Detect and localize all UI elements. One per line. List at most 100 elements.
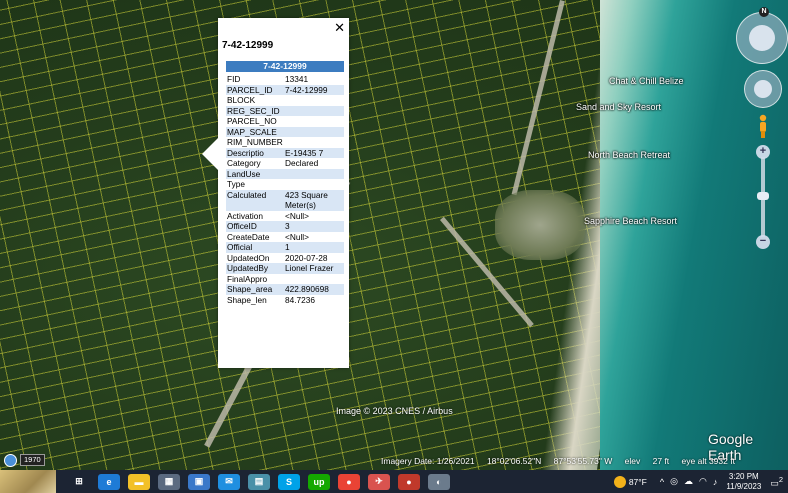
- attribute-key: UpdatedBy: [226, 263, 284, 274]
- attribute-key: Shape_len: [227, 294, 267, 305]
- sun-icon: [613, 475, 626, 488]
- attribute-key: UpdatedOn: [227, 252, 270, 263]
- attribute-row: Type: [226, 179, 344, 190]
- attribute-value: 84.7236: [285, 294, 315, 305]
- attribute-value: 422.890698: [284, 284, 344, 295]
- skype-icon[interactable]: S: [278, 473, 300, 490]
- attribute-value: [284, 179, 344, 190]
- attribute-key: BLOCK: [227, 95, 256, 105]
- attribute-value: [284, 274, 344, 285]
- attribute-key: Activation: [227, 210, 263, 221]
- upwork-icon[interactable]: up: [308, 473, 330, 490]
- satellite-map[interactable]: Chat & Chill Belize Sand and Sky Resort …: [0, 0, 788, 470]
- attribute-key: MAP_SCALE: [226, 126, 284, 137]
- clock-icon[interactable]: [4, 453, 17, 467]
- zoom-out-button[interactable]: −: [756, 235, 770, 249]
- attribute-value: 423 Square Meter(s): [284, 189, 344, 211]
- look-control[interactable]: N: [736, 7, 788, 64]
- eye-altitude: eye alt 3932 ft: [681, 456, 735, 466]
- attribute-key: Category: [227, 158, 261, 168]
- cloud-icon[interactable]: ☁: [684, 476, 693, 487]
- zoom-thumb[interactable]: [757, 192, 769, 200]
- attribute-value: [284, 168, 344, 179]
- pegman-icon[interactable]: [757, 114, 769, 138]
- file-explorer-icon[interactable]: ▬: [128, 473, 150, 490]
- notification-count: 2: [778, 474, 783, 484]
- camera-icon[interactable]: ◎: [670, 476, 678, 487]
- status-bar: Imagery Date: 1/26/2021 18°02'06.52"N 87…: [381, 456, 745, 466]
- app-icon[interactable]: ✈: [368, 473, 390, 490]
- longitude: 87°53'55.73" W: [553, 456, 613, 466]
- search-thumbnail[interactable]: [0, 470, 56, 493]
- attribute-row: Official 1: [226, 242, 344, 253]
- volume-icon[interactable]: ♪: [713, 477, 718, 487]
- edge-icon[interactable]: e: [98, 473, 120, 490]
- clock[interactable]: 3:20 PM 11/9/2023: [726, 472, 761, 492]
- north-indicator[interactable]: N: [759, 7, 769, 17]
- attribute-key: RIM_NUMBER: [227, 137, 283, 147]
- weather-widget[interactable]: 87°F: [613, 475, 647, 488]
- zoom-slider[interactable]: + −: [756, 145, 770, 249]
- popup-header: 7-42-12999: [226, 61, 344, 72]
- place-label[interactable]: Sand and Sky Resort: [576, 102, 661, 112]
- chrome-icon[interactable]: ●: [338, 473, 360, 490]
- attribute-value: <Null>: [285, 231, 309, 242]
- task-view-icon[interactable]: ⊞: [68, 473, 90, 490]
- attribute-table: FID 13341 PARCEL_ID 7-42-12999 BLOCK REG_SEC_…: [226, 74, 344, 305]
- calculator-icon[interactable]: ▦: [158, 473, 180, 490]
- attribute-row: RIM_NUMBER: [226, 137, 344, 148]
- attribute-row: UpdatedBy Lionel Frazer: [226, 263, 344, 274]
- google-earth-icon[interactable]: ◐: [428, 473, 450, 490]
- attribute-value: 7-42-12999: [284, 84, 344, 95]
- attribute-key: Calculated: [226, 189, 284, 211]
- latitude: 18°02'06.52"N: [486, 456, 542, 466]
- attribute-key: Official: [226, 242, 284, 253]
- place-label[interactable]: Chat & Chill Belize: [609, 76, 684, 86]
- attribute-value: [284, 116, 344, 127]
- chevron-up-icon[interactable]: ^: [660, 477, 664, 487]
- chrome-profile-icon[interactable]: ●: [398, 473, 420, 490]
- attribute-row: PARCEL_ID 7-42-12999: [226, 84, 344, 95]
- attribute-value: Declared: [285, 158, 319, 168]
- popup-title: 7-42-12999: [222, 40, 274, 51]
- attribute-value: [284, 105, 344, 116]
- attribute-key: FinalAppro: [227, 273, 268, 284]
- notes-icon[interactable]: ▤: [248, 473, 270, 490]
- historical-imagery[interactable]: 1970: [4, 453, 45, 467]
- move-control[interactable]: [744, 70, 782, 108]
- attribute-value: [284, 126, 344, 137]
- place-label[interactable]: North Beach Retreat: [588, 150, 670, 160]
- zoom-in-button[interactable]: +: [756, 145, 770, 159]
- attribute-value: Lionel Frazer: [284, 263, 344, 274]
- place-label[interactable]: Sapphire Beach Resort: [584, 216, 677, 226]
- attribute-row: Descriptio E-19435 7: [226, 147, 344, 158]
- attribute-row: Category Declared: [226, 158, 344, 169]
- attribute-value: 3: [284, 221, 344, 232]
- attribute-key: REG_SEC_ID: [226, 105, 284, 116]
- eye-icon[interactable]: [749, 25, 775, 51]
- attribute-value: 13341: [285, 74, 309, 84]
- attribute-row: MAP_SCALE: [226, 126, 344, 137]
- imagery-copyright: Image © 2023 CNES / Airbus: [336, 406, 453, 416]
- attribute-row: LandUse: [226, 168, 344, 179]
- wifi-icon[interactable]: ◠: [699, 476, 707, 487]
- close-icon[interactable]: ✕: [334, 21, 345, 35]
- attribute-row: Activation <Null>: [226, 211, 344, 222]
- imagery-date: Imagery Date: 1/26/2021: [381, 456, 475, 466]
- store-icon[interactable]: ▣: [188, 473, 210, 490]
- resort-clearing: [495, 190, 585, 260]
- notification-icon[interactable]: ▭2: [770, 475, 783, 489]
- attribute-row: Shape_area 422.890698: [226, 284, 344, 295]
- hand-icon[interactable]: [754, 80, 772, 98]
- mail-icon[interactable]: ✉: [218, 473, 240, 490]
- system-tray: 87°F ^ ◎ ☁ ◠ ♪ 3:20 PM 11/9/2023 ▭2: [613, 470, 786, 493]
- attribute-key: FID: [227, 74, 241, 84]
- attribute-key: PARCEL_ID: [226, 84, 284, 95]
- year-label: 1970: [20, 454, 45, 466]
- attribute-key: PARCEL_NO: [227, 116, 277, 126]
- taskbar: ⊞ e ▬ ▦ ▣ ✉ ▤ Sup ● ✈ ● ◐ 87°F ^ ◎ ☁ ◠ ♪ 3:20 PM 11…: [0, 470, 788, 493]
- attribute-key: LandUse: [226, 168, 284, 179]
- elevation-label: elev: [624, 456, 641, 466]
- attribute-value: E-19435 7: [284, 147, 344, 158]
- time: 3:20 PM: [728, 471, 759, 481]
